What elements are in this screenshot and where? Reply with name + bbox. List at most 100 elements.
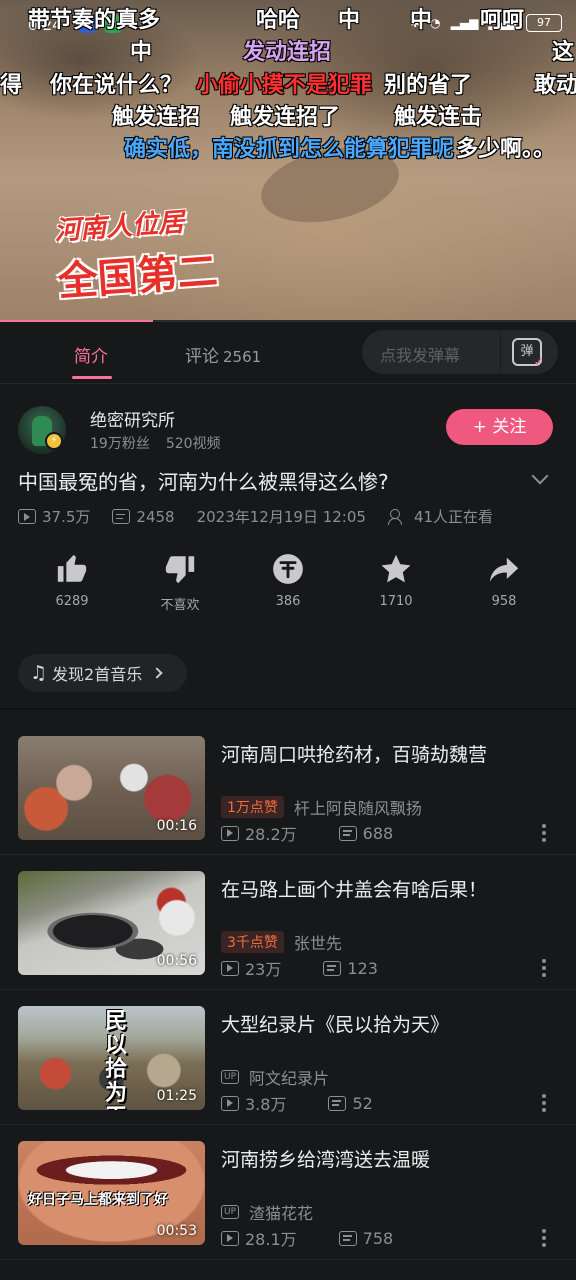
lightning-badge-icon: ⚡ <box>45 432 63 450</box>
danmaku-comment: 触发连招了 <box>230 105 341 130</box>
progress-bar[interactable] <box>0 320 576 322</box>
chevron-right-icon <box>151 667 163 679</box>
danmaku-comment: 中 <box>130 40 153 65</box>
music-chip[interactable]: ♫ 发现2首音乐 <box>18 654 187 692</box>
like-count: 6289 <box>55 594 89 609</box>
related-view-count: 28.2万 <box>245 825 297 844</box>
danmaku-comment: 得 <box>0 73 23 98</box>
danmaku-comment: 小偷小摸不是犯罪 <box>196 73 373 98</box>
danmaku-count-icon <box>338 825 357 841</box>
video-thumbnail[interactable]: 民以拾为天 01:25 <box>18 1006 205 1110</box>
caption-line: 全国第二 <box>56 248 220 306</box>
video-count: 520视频 <box>165 436 221 452</box>
danmaku-comment: 别的省了 <box>384 73 473 98</box>
watching-count: 41人正在看 <box>413 508 494 526</box>
tab-intro[interactable]: 简介 <box>74 342 108 367</box>
video-title: 中国最冤的省，河南为什么被黑得这么惨? <box>18 470 389 494</box>
related-danmaku-count: 123 <box>347 958 378 978</box>
favorite-button[interactable]: 1710 <box>356 552 436 609</box>
dislike-button[interactable]: 不喜欢 <box>140 552 220 613</box>
danmaku-comment: 带节奏的真多 <box>28 8 161 33</box>
danmaku-count-icon <box>328 1095 347 1111</box>
related-video-item[interactable]: 民以拾为天 01:25 大型纪录片《民以拾为天》 UP 阿文纪录片 3.8万 5… <box>0 990 576 1125</box>
up-badge-icon: UP <box>221 1070 240 1084</box>
video-caption: 河南人位居 全国第二 <box>53 200 219 308</box>
danmaku-input[interactable]: 点我发弹幕 弹 ✓ <box>362 330 558 374</box>
danmaku-count-icon <box>338 1230 357 1246</box>
related-video-author: 杆上阿良随风飘扬 <box>293 799 422 818</box>
like-button[interactable]: 6289 <box>32 552 112 609</box>
dislike-label: 不喜欢 <box>160 598 200 613</box>
video-thumbnail[interactable]: 00:56 <box>18 871 205 975</box>
likes-badge: 1万点赞 <box>221 796 284 818</box>
related-video-title: 大型纪录片《民以拾为天》 <box>221 1014 450 1036</box>
danmaku-count: 2458 <box>136 507 175 526</box>
coin-button[interactable]: 386 <box>248 552 328 609</box>
section-divider <box>0 708 576 710</box>
thumbnail-overlay-text: 好日子马上都来到了好 <box>28 1192 168 1208</box>
chevron-down-icon[interactable] <box>531 467 549 485</box>
uploader-stats: 19万粉丝 520视频 <box>90 433 221 453</box>
check-icon: ✓ <box>533 355 545 370</box>
related-view-count: 28.1万 <box>245 1230 297 1249</box>
danmaku-comment: 这 <box>552 40 575 65</box>
video-duration: 01:25 <box>156 1088 197 1104</box>
thumbnail-overlay-text: 民以拾为天 <box>104 1009 127 1111</box>
video-duration: 00:56 <box>156 953 197 969</box>
tab-comments-label: 评论 <box>185 347 219 367</box>
related-danmaku-count: 52 <box>352 1093 373 1113</box>
video-thumbnail[interactable]: 好日子马上都来到了好 00:53 <box>18 1141 205 1245</box>
related-view-count: 23万 <box>245 960 282 979</box>
danmaku-comment: 中 <box>338 8 361 33</box>
related-video-author: 阿文纪录片 <box>249 1069 330 1088</box>
view-count: 37.5万 <box>42 508 91 526</box>
play-count-icon <box>221 960 239 976</box>
more-options-icon[interactable] <box>542 1229 548 1250</box>
people-icon <box>387 508 408 525</box>
danmaku-count-icon <box>323 960 342 976</box>
related-video-title: 河南周口哄抢药材，百骑劫魏营 <box>221 744 488 766</box>
related-video-item[interactable]: 好日子马上都来到了好 00:53 河南捞乡给湾湾送去温暖 UP 渣猫花花 28.… <box>0 1125 576 1260</box>
related-danmaku-count: 758 <box>362 1228 394 1248</box>
progress-fill <box>0 320 153 322</box>
up-badge-icon: UP <box>221 1205 240 1219</box>
thumbs-up-icon <box>57 554 87 582</box>
related-video-info: UP 阿文纪录片 <box>221 1065 329 1089</box>
likes-badge: 3千点赞 <box>221 931 284 953</box>
battery-icon: 97 <box>526 14 562 32</box>
music-label: 发现2首音乐 <box>52 665 143 684</box>
tab-comments[interactable]: 评论 2561 <box>185 342 261 367</box>
related-video-item[interactable]: 00:56 在马路上画个井盖会有啥后果！ 3千点赞 张世先 23万 123 <box>0 855 576 990</box>
play-count-icon <box>18 509 36 524</box>
thumbs-down-icon <box>165 556 195 584</box>
related-video-stats: 3.8万 52 <box>221 1091 373 1115</box>
danmaku-comment: 呵呵 <box>480 8 525 33</box>
related-video-stats: 23万 123 <box>221 956 378 980</box>
danmaku-comment: 触发连击 <box>394 105 483 130</box>
video-player[interactable]: 0:24 贴 ◎ ✱ ◔ ▂▄▆ ▂▄▆ 97 带节奏的真多 哈哈 中 中 呵呵… <box>0 0 576 322</box>
danmaku-toggle-icon[interactable]: 弹 ✓ <box>512 338 544 370</box>
related-video-author: 张世先 <box>293 934 342 953</box>
play-count-icon <box>221 1230 239 1246</box>
more-options-icon[interactable] <box>542 959 548 980</box>
more-options-icon[interactable] <box>542 1094 548 1115</box>
coin-count: 386 <box>275 594 301 609</box>
related-video-title: 在马路上画个井盖会有啥后果！ <box>221 879 488 901</box>
share-button[interactable]: 958 <box>464 552 544 609</box>
share-count: 958 <box>491 594 517 609</box>
related-video-stats: 28.2万 688 <box>221 821 393 845</box>
follow-button[interactable]: + 关注 <box>446 409 553 445</box>
video-thumbnail[interactable]: 00:16 <box>18 736 205 840</box>
uploader-name[interactable]: 绝密研究所 <box>90 406 175 431</box>
star-icon <box>381 554 411 583</box>
related-video-info: 3千点赞 张世先 <box>221 930 342 954</box>
more-options-icon[interactable] <box>542 824 548 845</box>
related-video-item[interactable]: 00:16 河南周口哄抢药材，百骑劫魏营 1万点赞 杆上阿良随风飘扬 28.2万… <box>0 720 576 855</box>
divider <box>500 330 501 374</box>
signal-icon: ▂▄▆ <box>450 16 479 30</box>
publish-date: 2023年12月19日 12:05 <box>196 508 366 526</box>
favorite-count: 1710 <box>379 594 413 609</box>
comments-count: 2561 <box>223 348 262 366</box>
related-video-info: UP 渣猫花花 <box>221 1200 313 1224</box>
related-view-count: 3.8万 <box>245 1095 287 1114</box>
